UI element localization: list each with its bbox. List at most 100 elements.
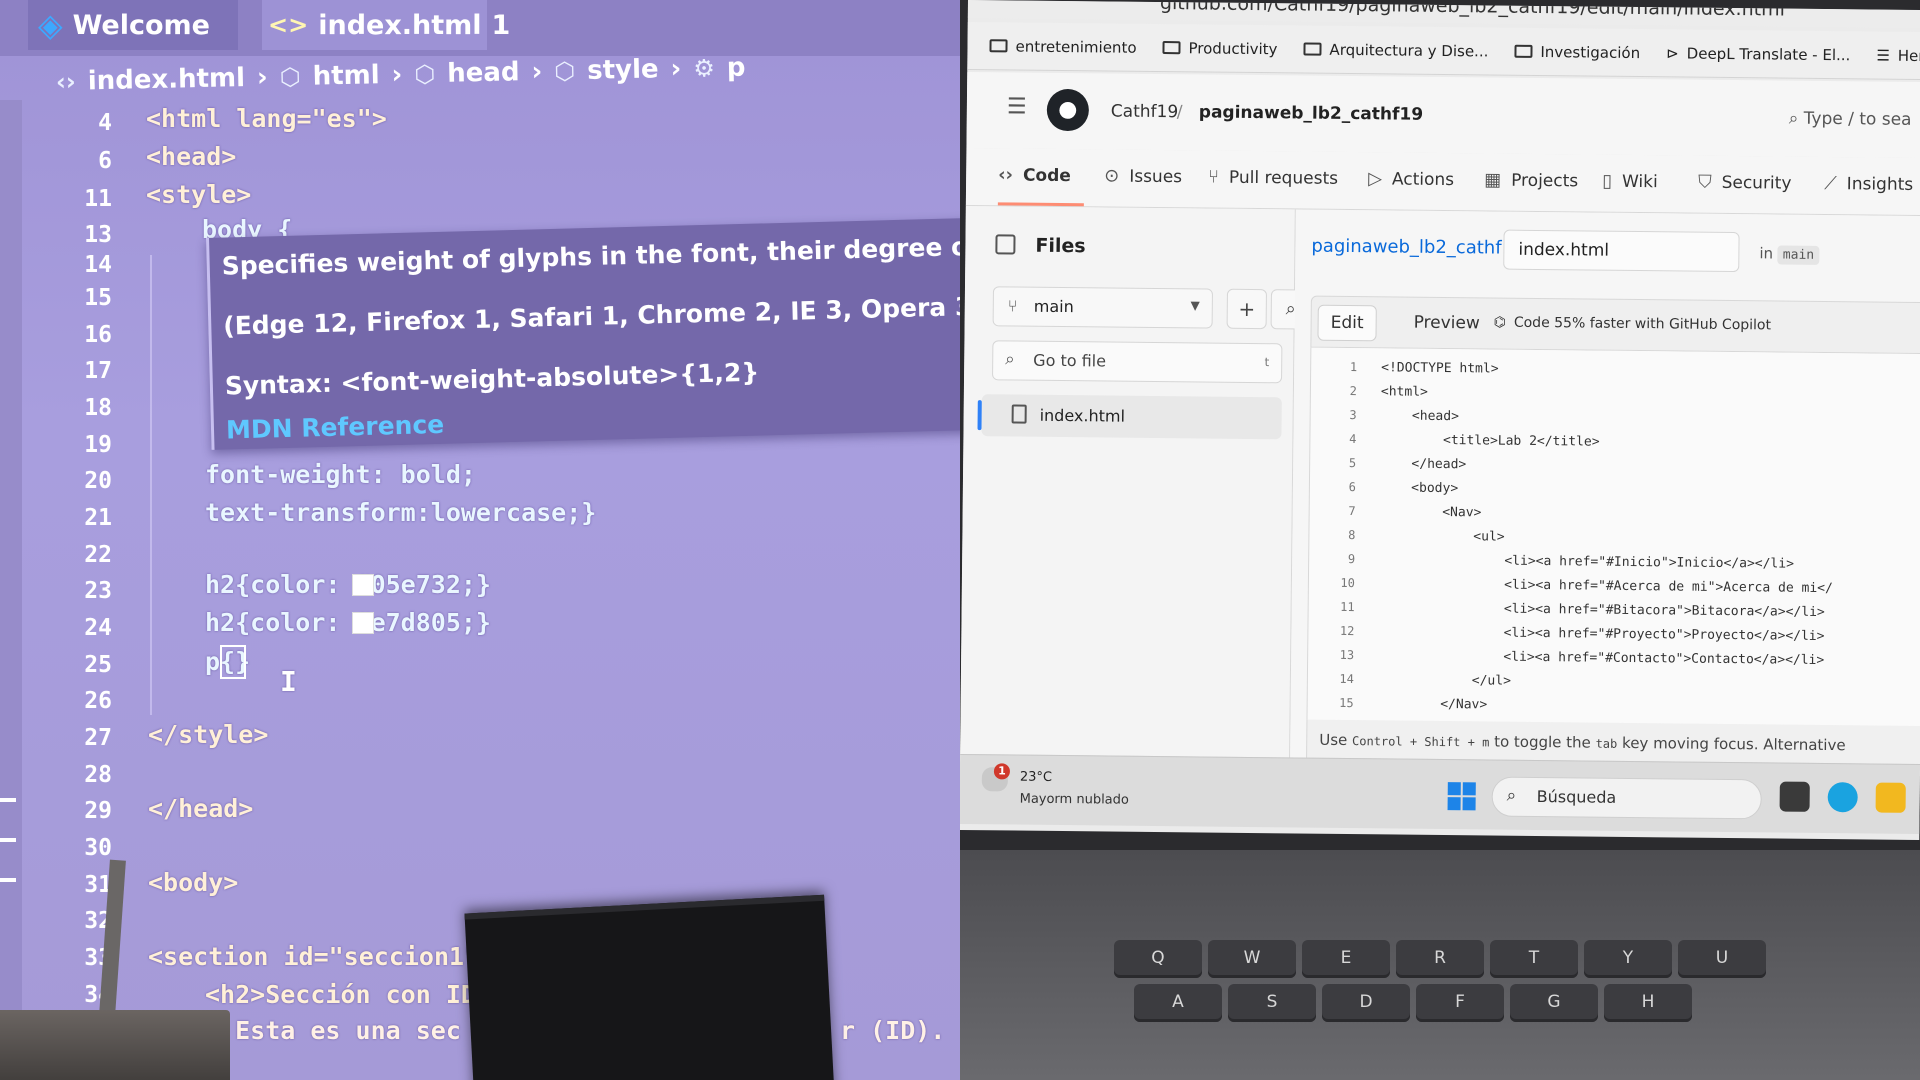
branch-icon: ⑂ xyxy=(1007,296,1018,316)
code-line-tail[interactable]: r (ID). xyxy=(840,1016,945,1045)
tab-issues[interactable]: ⊙ Issues xyxy=(1104,165,1182,187)
code-line[interactable]: <html> xyxy=(1381,384,1428,399)
code-line[interactable]: <style> xyxy=(146,180,251,209)
hint-tab: tab xyxy=(1595,736,1618,751)
repo-owner-link[interactable]: Cathf19 xyxy=(1111,102,1179,123)
code-line[interactable]: <ul> xyxy=(1379,528,1504,544)
github-search[interactable]: ⌕ Type / to sea xyxy=(1789,109,1912,130)
bookmark-item[interactable]: ☰ Hernandez Sil xyxy=(1876,46,1920,65)
breadcrumb-item[interactable]: head xyxy=(447,57,520,89)
tab-label: Issues xyxy=(1129,166,1183,187)
color-swatch-green[interactable] xyxy=(352,574,374,596)
sidebar-collapse-icon[interactable] xyxy=(995,234,1016,255)
bookmark-item[interactable]: ⊳ DeepL Translate - El... xyxy=(1666,44,1850,64)
code-line[interactable]: <li><a href="#Proyecto">Proyecto</a></li… xyxy=(1378,624,1825,644)
edge-browser-icon[interactable] xyxy=(1827,782,1858,813)
hamburger-menu-icon[interactable]: ☰ xyxy=(1007,94,1027,119)
branch-selector[interactable]: ⑂ main ▼ xyxy=(992,286,1213,329)
code-line[interactable]: <body> xyxy=(148,868,238,897)
weather-temperature[interactable]: 23°C xyxy=(1020,770,1052,785)
windows-taskbar: 1 23°C Mayorm nublado ⌕ Búsqueda xyxy=(960,753,1920,835)
code-line[interactable]: </ul> xyxy=(1378,672,1511,688)
code-line[interactable]: h2{color: #e7d805;} xyxy=(205,608,491,637)
copilot-icon: ⌬ xyxy=(1493,314,1506,331)
code-line[interactable]: text-transform:lowercase;} xyxy=(205,498,596,527)
keyboard-key: A xyxy=(1134,984,1222,1022)
copilot-promo[interactable]: ⌬ Code 55% faster with GitHub Copilot xyxy=(1494,315,1772,334)
bookmark-item[interactable]: Arquitectura y Dise... xyxy=(1303,40,1489,60)
code-line[interactable]: <li><a href="#Acerca de mi">Acerca de mi… xyxy=(1379,576,1833,596)
code-line[interactable]: </style> xyxy=(148,720,268,749)
mdn-reference-link[interactable]: MDN Reference xyxy=(226,410,445,445)
code-line[interactable]: </head> xyxy=(1380,456,1466,473)
edit-tab[interactable]: Edit xyxy=(1317,304,1377,342)
site-icon: ☰ xyxy=(1876,46,1890,65)
file-tree-item[interactable]: index.html xyxy=(977,394,1282,440)
go-to-file-input[interactable]: ⌕ Go to file t xyxy=(992,340,1283,384)
indent-guide xyxy=(150,255,152,715)
code-line[interactable]: </head> xyxy=(148,794,253,823)
keyboard-key: T xyxy=(1490,940,1578,978)
issue-icon: ⊙ xyxy=(1104,165,1120,187)
tab-projects[interactable]: ▦ Projects xyxy=(1484,169,1578,191)
code-line[interactable]: <head> xyxy=(1381,408,1459,424)
line-number: 19 xyxy=(84,432,112,458)
code-line[interactable]: <Nav> xyxy=(1380,504,1481,520)
bookmark-item[interactable]: Productivity xyxy=(1162,38,1278,58)
tab-code[interactable]: ‹› Code xyxy=(998,164,1071,186)
code-line[interactable]: <h2>Sección con ID< xyxy=(205,980,491,1009)
code-line[interactable]: > Esta es una sec xyxy=(205,1016,461,1045)
add-file-button[interactable]: + xyxy=(1226,288,1267,330)
file-name-input[interactable]: index.html xyxy=(1503,229,1740,273)
taskbar-search[interactable]: ⌕ Búsqueda xyxy=(1491,776,1762,820)
keyboard-key: E xyxy=(1302,940,1390,978)
bookmark-label: Productivity xyxy=(1188,38,1278,58)
breadcrumb-item[interactable]: p xyxy=(727,53,746,83)
hover-syntax: Syntax: <font-weight-absolute>{1,2} xyxy=(224,357,760,401)
code-line[interactable]: <head> xyxy=(146,142,236,171)
tab-index-html[interactable]: <> index.html 1 xyxy=(262,0,510,50)
code-line[interactable]: <body> xyxy=(1380,480,1458,496)
repo-name-link[interactable]: paginaweb_lb2_cathf19 xyxy=(1199,102,1423,124)
task-view-icon[interactable] xyxy=(1779,781,1810,812)
windows-start-icon[interactable] xyxy=(1447,782,1476,811)
tab-insights[interactable]: ⟋ Insights xyxy=(1824,173,1913,195)
tab-actions[interactable]: ▷ Actions xyxy=(1368,168,1454,190)
code-line[interactable]: font-weight: bold; xyxy=(205,460,476,489)
code-line[interactable]: <!DOCTYPE html> xyxy=(1381,360,1499,376)
hint-combo: Control + Shift + m xyxy=(1352,734,1490,750)
line-number: 30 xyxy=(84,835,112,861)
tab-wiki[interactable]: ▯ Wiki xyxy=(1602,171,1658,193)
code-line[interactable]: <li><a href="#Contacto">Contacto</a></li… xyxy=(1378,648,1824,668)
line-number: 12 xyxy=(1339,623,1355,639)
code-line[interactable]: <title>Lab 2</title> xyxy=(1380,432,1600,450)
breadcrumb-item[interactable]: index.html xyxy=(87,63,245,96)
line-number: 15 xyxy=(84,285,112,311)
code-line[interactable]: <section id="seccion1"> xyxy=(148,942,494,971)
code-line[interactable]: <li><a href="#Bitacora">Bitacora</a></li… xyxy=(1379,600,1825,620)
line-number: 14 xyxy=(84,252,112,278)
bookmark-item[interactable]: Investigación xyxy=(1514,42,1640,62)
weather-forecast[interactable]: Mayorm nublado xyxy=(1020,792,1129,808)
code-line[interactable]: <li><a href="#Inicio">Inicio</a></li> xyxy=(1379,552,1794,572)
tab-security[interactable]: ⛉ Security xyxy=(1698,172,1792,194)
keyboard-key: F xyxy=(1416,984,1504,1022)
tab-welcome[interactable]: ◈ Welcome xyxy=(28,0,238,50)
breadcrumb-item[interactable]: html xyxy=(312,60,380,91)
file-explorer-icon[interactable] xyxy=(1875,782,1906,813)
code-editor[interactable]: 1 <!DOCTYPE html> 2 <html> 3 <head> 4 <t… xyxy=(1306,347,1920,727)
laptop-keyboard: Q W E R T Y U A S D F G H xyxy=(960,850,1920,1080)
github-logo-icon[interactable]: ● xyxy=(1046,88,1090,132)
code-line[interactable]: </Nav> xyxy=(1378,696,1487,712)
bookmark-item[interactable]: entretenimiento xyxy=(989,37,1137,56)
tab-pull-requests[interactable]: ⑂ Pull requests xyxy=(1208,167,1338,189)
breadcrumb-item[interactable]: style xyxy=(587,54,659,85)
problem-count: 1 xyxy=(491,9,511,41)
line-number: 9 xyxy=(1347,552,1356,567)
line-number: 6 xyxy=(1348,480,1356,495)
folder-icon xyxy=(1162,41,1181,55)
color-swatch-yellow[interactable] xyxy=(352,612,374,634)
code-line[interactable]: <html lang="es"> xyxy=(146,104,387,133)
preview-tab[interactable]: Preview xyxy=(1401,306,1492,343)
code-line[interactable]: h2{color: #05e732;} xyxy=(205,570,491,599)
